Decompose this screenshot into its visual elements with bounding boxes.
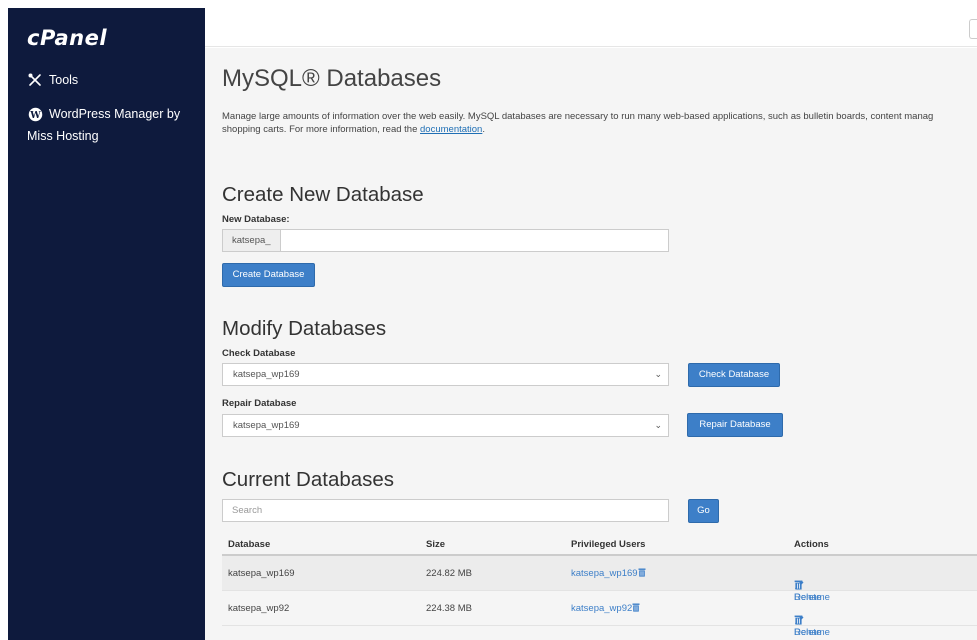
column-header-actions: Actions xyxy=(794,539,829,550)
wordpress-icon: W xyxy=(27,106,43,122)
repair-database-selected: katsepa_wp169 xyxy=(233,420,300,431)
repair-database-label: Repair Database xyxy=(222,398,297,409)
description-line-2: shopping carts. For more information, re… xyxy=(222,123,977,136)
documentation-link[interactable]: documentation xyxy=(420,124,482,135)
delete-action[interactable]: Delete xyxy=(794,615,821,638)
modify-databases-heading: Modify Databases xyxy=(222,317,387,340)
repair-database-button[interactable]: Repair Database xyxy=(687,413,783,437)
create-database-button[interactable]: Create Database xyxy=(222,263,315,287)
delete-label: Delete xyxy=(794,627,822,638)
new-database-label: New Database: xyxy=(222,214,290,225)
main-content: MySQL® Databases Manage large amounts of… xyxy=(205,48,977,640)
sidebar: cPanel Tools W WordPress Manager by Miss… xyxy=(8,8,205,640)
check-database-button[interactable]: Check Database xyxy=(688,363,780,387)
delete-action[interactable]: Delete xyxy=(794,580,821,603)
databases-table: Database Size Privileged Users Actions k… xyxy=(222,532,977,638)
table-header: Database Size Privileged Users Actions xyxy=(222,532,977,556)
privileged-user: katsepa_wp92 xyxy=(571,603,640,614)
database-size: 224.82 MB xyxy=(426,568,472,579)
sidebar-item-tools[interactable]: Tools xyxy=(27,72,78,88)
privileged-user-link[interactable]: katsepa_wp92 xyxy=(571,603,632,614)
trash-icon[interactable] xyxy=(632,603,640,612)
repair-database-select[interactable]: katsepa_wp169 ⌄ xyxy=(222,414,669,437)
chevron-down-icon: ⌄ xyxy=(654,369,662,379)
privileged-user-link[interactable]: katsepa_wp169 xyxy=(571,568,638,579)
trash-icon xyxy=(794,615,803,625)
page-description: Manage large amounts of information over… xyxy=(222,110,977,136)
database-prefix: katsepa_ xyxy=(223,230,281,251)
database-size: 224.38 MB xyxy=(426,603,472,614)
table-row: katsepa_wp92 224.38 MB katsepa_wp92 Rena… xyxy=(222,591,977,638)
left-margin xyxy=(0,0,8,640)
description-period: . xyxy=(482,124,485,135)
cpanel-logo[interactable]: cPanel xyxy=(27,26,107,50)
chevron-down-icon: ⌄ xyxy=(654,420,662,430)
check-database-label: Check Database xyxy=(222,348,296,359)
sidebar-item-wordpress-manager[interactable]: W WordPress Manager by Miss Hosting xyxy=(27,103,180,147)
sidebar-item-label: WordPress Manager by xyxy=(49,107,181,121)
privileged-user: katsepa_wp169 xyxy=(571,568,646,579)
trash-icon xyxy=(794,580,803,590)
description-text: shopping carts. For more information, re… xyxy=(222,124,421,135)
column-header-size[interactable]: Size xyxy=(426,539,445,550)
description-line-1: Manage large amounts of information over… xyxy=(222,111,934,122)
search-input[interactable] xyxy=(222,499,669,522)
top-bar xyxy=(205,8,977,47)
column-header-users[interactable]: Privileged Users xyxy=(571,539,645,550)
create-database-heading: Create New Database xyxy=(222,183,424,206)
database-name: katsepa_wp169 xyxy=(228,568,295,579)
database-name: katsepa_wp92 xyxy=(228,603,290,614)
sidebar-item-label-cont: Miss Hosting xyxy=(27,129,99,143)
column-header-database[interactable]: Database xyxy=(228,539,270,550)
go-button[interactable]: Go xyxy=(688,499,719,523)
table-row: katsepa_wp169 224.82 MB katsepa_wp169 Re… xyxy=(222,556,977,603)
check-database-select[interactable]: katsepa_wp169 ⌄ xyxy=(222,363,669,386)
tools-icon xyxy=(27,72,43,88)
top-bar-control[interactable] xyxy=(969,19,977,39)
new-database-field: katsepa_ xyxy=(222,229,669,252)
current-databases-heading: Current Databases xyxy=(222,468,395,491)
svg-text:W: W xyxy=(29,109,41,120)
sidebar-item-label: Tools xyxy=(49,73,79,87)
new-database-input[interactable] xyxy=(281,230,668,251)
page-title: MySQL® Databases xyxy=(222,65,442,92)
check-database-selected: katsepa_wp169 xyxy=(233,369,300,380)
trash-icon[interactable] xyxy=(638,568,646,577)
